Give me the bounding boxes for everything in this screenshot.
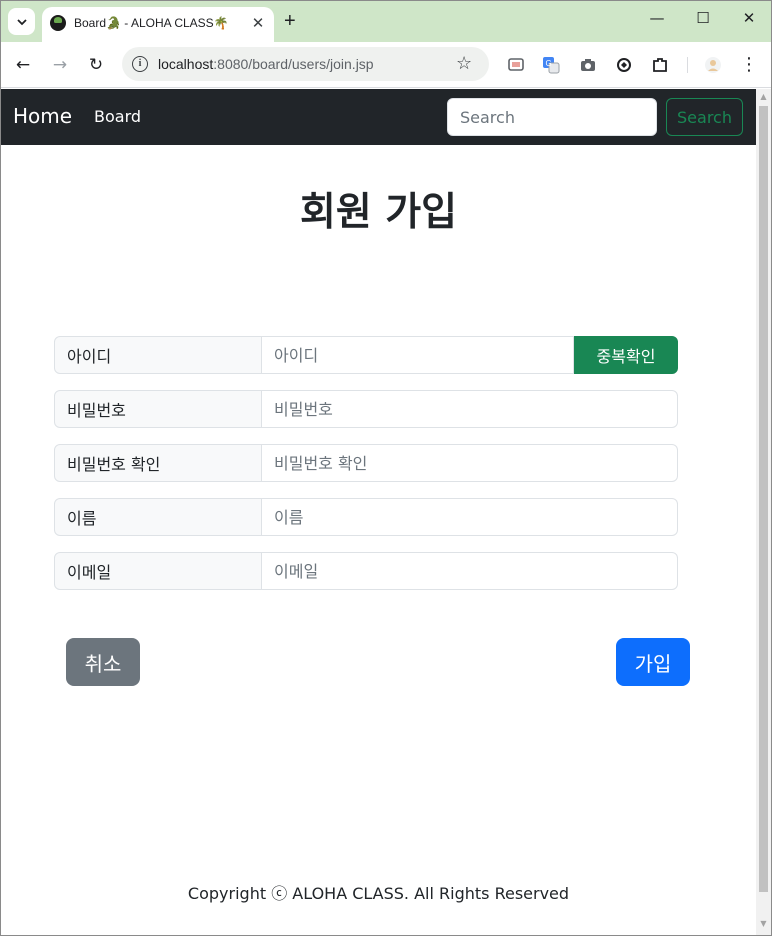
site-info-icon[interactable]: i: [132, 56, 148, 72]
profile-avatar-icon[interactable]: [704, 56, 722, 74]
email-label: 이메일: [54, 552, 262, 590]
browser-toolbar: ← → ↻ i localhost:8080/board/users/join.…: [1, 42, 771, 88]
extensions-puzzle-icon[interactable]: [651, 56, 669, 74]
email-input-group: 이메일: [54, 552, 678, 590]
navbar-brand-home[interactable]: Home: [13, 104, 72, 128]
cast-icon[interactable]: [507, 56, 525, 74]
password-confirm-input-group: 비밀번호 확인: [54, 444, 678, 482]
userid-input-group: 아이디 중복확인: [54, 336, 678, 374]
scrollbar-thumb[interactable]: [759, 106, 768, 892]
site-favicon-icon: [50, 15, 66, 31]
browser-tabstrip: Board🐊 - ALOHA CLASS🌴 ✕ + — ☐ ✕: [1, 1, 771, 42]
password-label: 비밀번호: [54, 390, 262, 428]
userid-label: 아이디: [54, 336, 262, 374]
page-scrollbar[interactable]: ▲ ▼: [756, 89, 771, 935]
password-confirm-label: 비밀번호 확인: [54, 444, 262, 482]
page-viewport: Home Board Search 회원 가입 아이디 중복확인 비밀번호 비밀…: [1, 89, 756, 935]
navbar-search-input[interactable]: [447, 98, 657, 136]
toolbar-divider: [687, 57, 688, 73]
userid-input[interactable]: [262, 336, 574, 374]
svg-text:G: G: [546, 59, 552, 68]
cancel-button[interactable]: 취소: [66, 638, 140, 686]
address-bar[interactable]: i localhost:8080/board/users/join.jsp ☆: [122, 47, 489, 81]
name-input-group: 이름: [54, 498, 678, 536]
sync-icon[interactable]: [615, 56, 633, 74]
browser-menu-icon[interactable]: ⋮: [738, 54, 760, 76]
password-input[interactable]: [262, 390, 678, 428]
page-title: 회원 가입: [299, 190, 458, 235]
duplicate-check-button[interactable]: 중복확인: [574, 336, 678, 374]
name-label: 이름: [54, 498, 262, 536]
name-input[interactable]: [262, 498, 678, 536]
password-input-group: 비밀번호: [54, 390, 678, 428]
close-window-icon[interactable]: ✕: [737, 9, 761, 27]
back-icon[interactable]: ←: [12, 54, 34, 76]
tab-search-button[interactable]: [8, 8, 35, 35]
password-confirm-input[interactable]: [262, 444, 678, 482]
join-submit-button[interactable]: 가입: [616, 638, 690, 686]
email-input[interactable]: [262, 552, 678, 590]
url-text[interactable]: localhost:8080/board/users/join.jsp: [158, 56, 374, 72]
minimize-icon[interactable]: —: [645, 9, 669, 27]
camera-icon[interactable]: [579, 56, 597, 74]
new-tab-button[interactable]: +: [284, 10, 296, 32]
tab-title: Board🐊 - ALOHA CLASS🌴: [74, 16, 229, 30]
navbar-link-board[interactable]: Board: [94, 107, 141, 126]
footer-copyright: Copyright ⓒ ALOHA CLASS. All Rights Rese…: [187, 884, 570, 903]
chevron-down-icon: [16, 18, 27, 25]
scroll-up-arrow-icon[interactable]: ▲: [759, 92, 768, 102]
scroll-down-arrow-icon[interactable]: ▼: [759, 919, 768, 929]
maximize-icon[interactable]: ☐: [691, 9, 715, 27]
translate-icon[interactable]: G: [542, 56, 560, 74]
navbar-search-button[interactable]: Search: [666, 98, 743, 136]
tab-close-icon[interactable]: ✕: [249, 14, 267, 32]
bookmark-star-icon[interactable]: ☆: [456, 53, 472, 74]
forward-icon[interactable]: →: [49, 54, 71, 76]
site-navbar: Home Board Search: [1, 89, 756, 145]
browser-tab-active[interactable]: Board🐊 - ALOHA CLASS🌴 ✕: [42, 7, 274, 42]
reload-icon[interactable]: ↻: [85, 54, 107, 76]
